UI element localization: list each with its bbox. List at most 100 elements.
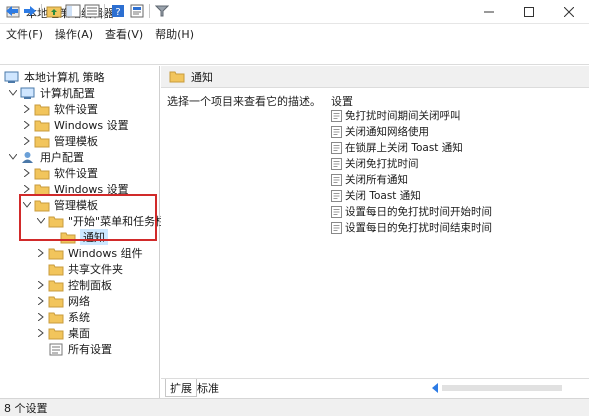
policy-setting-icon [331,125,342,138]
properties-icon [130,4,144,18]
tree-node-user-config[interactable]: 用户配置 [8,149,84,165]
policy-setting-icon [331,109,342,122]
chevron-right-icon[interactable] [22,168,32,178]
filter-icon [155,5,169,17]
setting-item[interactable]: 关闭所有通知 [331,172,408,187]
status-text: 8 个设置 [4,401,48,415]
computer-icon [20,87,36,100]
horizontal-scrollbar[interactable] [430,382,580,394]
svg-text:?: ? [115,7,120,18]
folder-icon [48,295,64,308]
tree-node-user-software-settings[interactable]: 软件设置 [22,165,98,181]
tree-node-system[interactable]: 系统 [36,309,90,325]
list-icon [84,4,100,18]
filter-button[interactable] [154,3,170,19]
minimize-button[interactable] [469,0,509,24]
chevron-down-icon[interactable] [8,152,18,162]
details-header: 通知 [161,66,589,88]
folder-up-icon [46,6,62,18]
properties-button[interactable] [129,3,145,19]
folder-icon [34,119,50,132]
setting-item[interactable]: 关闭通知网络使用 [331,124,429,139]
close-icon [564,7,574,17]
folder-icon [48,247,64,260]
maximize-icon [524,7,534,17]
help-icon: ? [112,5,124,18]
tree-node-computer-config[interactable]: 计算机配置 [8,85,95,101]
help-button[interactable]: ? [110,3,126,19]
folder-icon [34,135,50,148]
toolbar-separator [149,4,150,18]
folder-icon [34,103,50,116]
chevron-right-icon[interactable] [36,296,46,306]
forward-button[interactable] [22,3,38,19]
tree-node-control-panel[interactable]: 控制面板 [36,277,112,293]
chevron-right-icon[interactable] [22,136,32,146]
tree-node-network[interactable]: 网络 [36,293,90,309]
tab-standard[interactable]: 标准 [193,379,223,397]
menu-help[interactable]: 帮助(H) [155,26,194,42]
tree-node-shared-folders[interactable]: 共享文件夹 [48,261,123,277]
toolbar-separator [41,4,42,18]
settings-column-header[interactable]: 设置 [331,93,353,109]
policy-setting-icon [331,157,342,170]
folder-icon [48,311,64,324]
up-folder-button[interactable] [46,3,62,19]
policy-setting-icon [331,141,342,154]
details-header-title: 通知 [191,70,213,84]
chevron-down-icon[interactable] [8,88,18,98]
close-button[interactable] [549,0,589,24]
toolbar-separator [104,4,105,18]
console-tree-icon [65,4,81,18]
menu-view[interactable]: 查看(V) [105,26,143,42]
scroll-left-icon [432,383,438,393]
description-text: 选择一个项目来查看它的描述。 [167,95,321,108]
tree-root[interactable]: 本地计算机 策略 [4,69,105,85]
chevron-right-icon[interactable] [36,312,46,322]
setting-item[interactable]: 设置每日的免打扰时间开始时间 [331,204,492,219]
list-view-button[interactable] [84,3,100,19]
arrow-left-icon [6,6,18,16]
setting-item[interactable]: 关闭免打扰时间 [331,156,419,171]
toolbar [0,43,589,65]
chevron-right-icon[interactable] [36,328,46,338]
tree-node-admin-templates[interactable]: 管理模板 [22,133,98,149]
policy-setting-icon [331,189,342,202]
back-button[interactable] [4,3,20,19]
computer-policy-icon [4,71,20,84]
status-bar: 8 个设置 [0,398,589,416]
menu-bar: 文件(F) 操作(A) 查看(V) 帮助(H) [0,24,589,43]
menu-action[interactable]: 操作(A) [55,26,93,42]
setting-item[interactable]: 设置每日的免打扰时间结束时间 [331,220,492,235]
minimize-icon [484,11,494,13]
tree-node-desktop[interactable]: 桌面 [36,325,90,341]
chevron-right-icon[interactable] [22,120,32,130]
folder-icon [48,263,64,276]
highlight-box [19,194,157,241]
tree-root-label: 本地计算机 策略 [24,71,105,84]
chevron-right-icon[interactable] [36,248,46,258]
maximize-button[interactable] [509,0,549,24]
policy-setting-icon [331,221,342,234]
policy-setting-icon [331,205,342,218]
chevron-right-icon[interactable] [22,104,32,114]
policy-setting-icon [331,173,342,186]
show-tree-button[interactable] [65,3,81,19]
setting-item[interactable]: 关闭 Toast 通知 [331,188,421,203]
folder-icon [48,279,64,292]
tree-node-software-settings[interactable]: 软件设置 [22,101,98,117]
setting-item[interactable]: 在锁屏上关闭 Toast 通知 [331,140,463,155]
folder-icon [34,167,50,180]
folder-icon [48,327,64,340]
arrow-right-icon [24,6,36,16]
chevron-right-icon[interactable] [22,184,32,194]
menu-file[interactable]: 文件(F) [6,26,43,42]
folder-icon [169,70,185,83]
all-settings-icon [48,343,64,356]
tree-node-all-settings[interactable]: 所有设置 [48,341,112,357]
user-icon [20,151,36,164]
tree-node-windows-settings[interactable]: Windows 设置 [22,117,129,133]
setting-item[interactable]: 免打扰时间期间关闭呼叫 [331,108,461,123]
chevron-right-icon[interactable] [36,280,46,290]
tree-node-windows-components[interactable]: Windows 组件 [36,245,143,261]
